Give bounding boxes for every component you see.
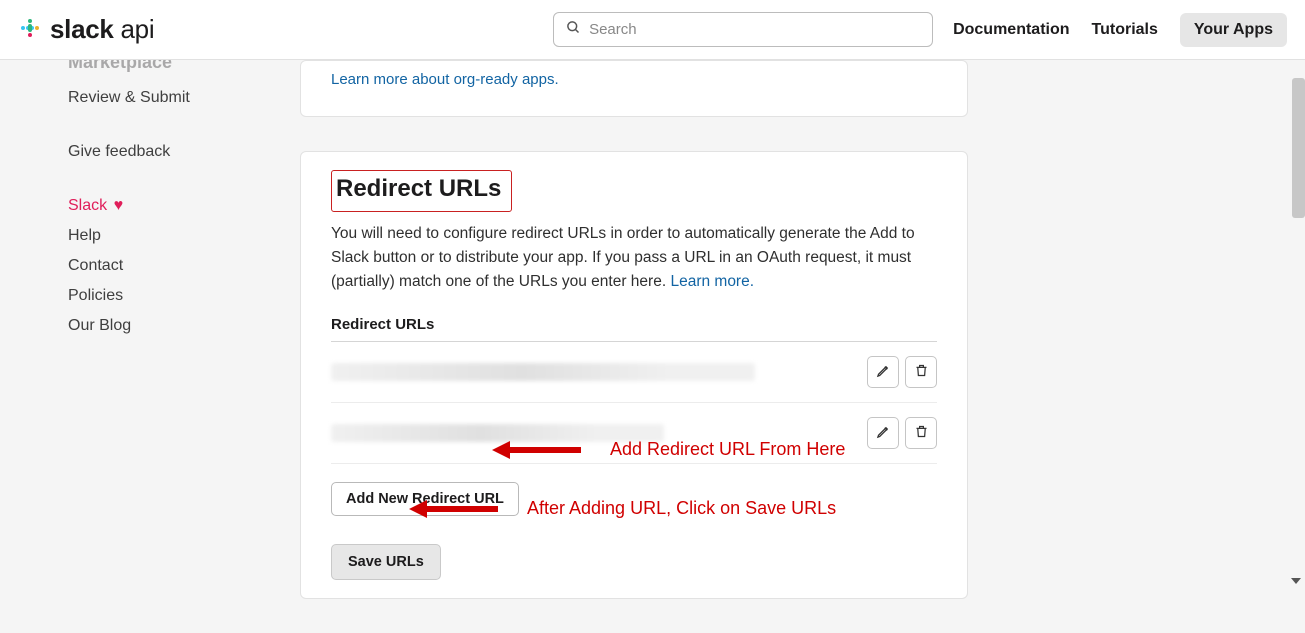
redacted-url: [331, 424, 664, 442]
sidebar-item-contact[interactable]: Contact: [68, 251, 268, 281]
sidebar-slack-label: Slack: [68, 197, 107, 214]
card-redirect-urls: Redirect URLs You will need to configure…: [300, 151, 968, 599]
main-column: Learn more about org-ready apps. Redirec…: [300, 60, 968, 633]
card-org-ready: Learn more about org-ready apps.: [300, 60, 968, 117]
pencil-icon: [876, 363, 891, 382]
redacted-url: [331, 363, 755, 381]
sidebar-item-blog[interactable]: Our Blog: [68, 311, 268, 341]
search-icon: [566, 20, 581, 39]
nav-tutorials[interactable]: Tutorials: [1092, 21, 1158, 39]
slack-logo-icon: [18, 16, 42, 44]
redirect-description-text: You will need to configure redirect URLs…: [331, 225, 915, 290]
sidebar-item-policies[interactable]: Policies: [68, 281, 268, 311]
link-org-ready[interactable]: Learn more about org-ready apps.: [331, 71, 559, 88]
sidebar: Marketplace Review & Submit Give feedbac…: [68, 52, 268, 341]
brand-text: slack api: [50, 14, 154, 45]
sidebar-item-help[interactable]: Help: [68, 221, 268, 251]
url-row: [331, 403, 937, 464]
edit-url-button[interactable]: [867, 417, 899, 449]
nav-documentation[interactable]: Documentation: [953, 21, 1069, 39]
sidebar-item-slack-love[interactable]: Slack ♥: [68, 191, 268, 221]
pencil-icon: [876, 424, 891, 443]
link-learn-more-redirect[interactable]: Learn more.: [670, 273, 754, 290]
edit-url-button[interactable]: [867, 356, 899, 388]
brand[interactable]: slack api: [18, 14, 154, 45]
sidebar-item-feedback[interactable]: Give feedback: [68, 137, 268, 167]
url-row: [331, 342, 937, 403]
trash-icon: [914, 424, 929, 443]
search-input[interactable]: [589, 21, 920, 38]
redirect-subheading: Redirect URLs: [331, 316, 937, 342]
redirect-description: You will need to configure redirect URLs…: [331, 222, 937, 294]
delete-url-button[interactable]: [905, 356, 937, 388]
nav-your-apps[interactable]: Your Apps: [1180, 13, 1287, 47]
annotation-save-label: After Adding URL, Click on Save URLs: [527, 498, 836, 519]
delete-url-button[interactable]: [905, 417, 937, 449]
header-nav: Documentation Tutorials Your Apps: [953, 13, 1287, 47]
sidebar-item-review-submit[interactable]: Review & Submit: [68, 83, 268, 113]
trash-icon: [914, 363, 929, 382]
scrollbar-thumb[interactable]: [1292, 78, 1305, 218]
heart-icon: ♥: [114, 197, 124, 214]
save-urls-button[interactable]: Save URLs: [331, 544, 441, 580]
add-redirect-url-button[interactable]: Add New Redirect URL: [331, 482, 519, 516]
scroll-down-icon[interactable]: [1291, 578, 1301, 584]
top-header: slack api Documentation Tutorials Your A…: [0, 0, 1305, 60]
search-box[interactable]: [553, 12, 933, 47]
redirect-urls-title: Redirect URLs: [331, 170, 512, 212]
